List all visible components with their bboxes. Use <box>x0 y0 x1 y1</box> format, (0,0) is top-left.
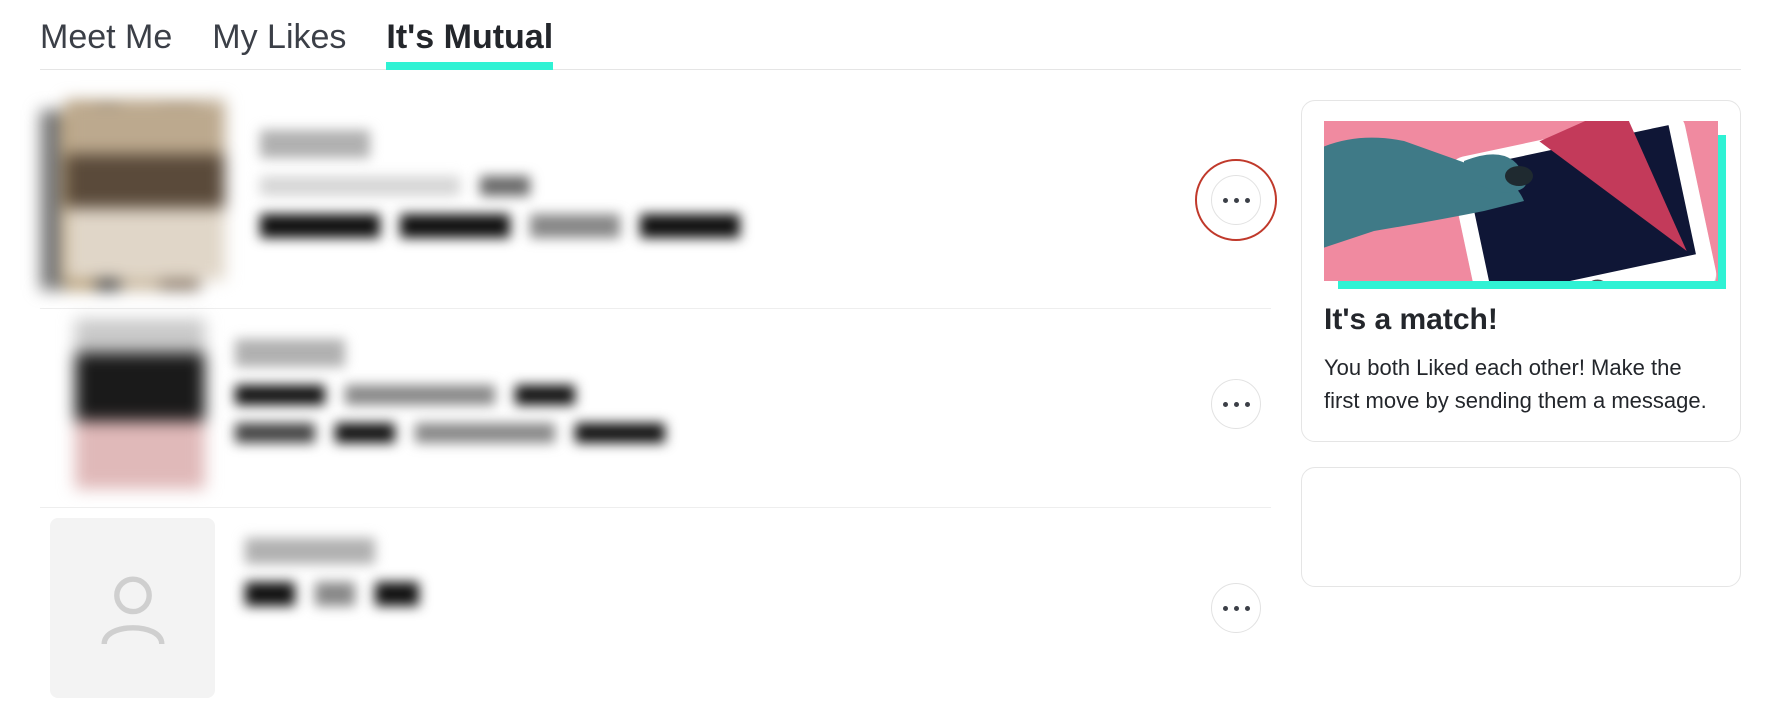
match-tag-redacted <box>640 214 740 238</box>
match-info <box>260 110 1181 256</box>
more-options-button[interactable] <box>1211 583 1261 633</box>
its-a-match-card: It's a match! You both Liked each other!… <box>1301 100 1741 442</box>
more-horizontal-icon <box>1223 198 1228 203</box>
hand-pointing-icon <box>1324 121 1544 281</box>
match-meta-redacted <box>260 176 460 196</box>
tab-meet-me[interactable]: Meet Me <box>40 0 172 69</box>
match-tag-redacted <box>400 214 510 238</box>
match-tag-redacted <box>530 214 620 238</box>
more-horizontal-icon <box>1223 606 1228 611</box>
matches-list <box>40 100 1271 716</box>
match-meta-redacted <box>235 385 325 405</box>
match-avatar-placeholder[interactable] <box>50 518 215 698</box>
match-tag-redacted <box>575 423 665 443</box>
match-illustration <box>1324 121 1718 281</box>
match-card-body: You both Liked each other! Make the firs… <box>1324 351 1718 417</box>
match-meta-redacted <box>480 176 530 196</box>
match-tag-redacted <box>245 582 295 606</box>
match-tag-redacted <box>415 423 555 443</box>
match-name-redacted <box>235 339 345 367</box>
match-tag-redacted <box>235 423 315 443</box>
match-tag-redacted <box>375 582 419 606</box>
match-row[interactable] <box>40 100 1271 309</box>
tab-its-mutual[interactable]: It's Mutual <box>386 0 553 69</box>
match-card-title: It's a match! <box>1324 303 1718 337</box>
sidebar: It's a match! You both Liked each other!… <box>1301 100 1741 716</box>
match-meta-redacted <box>345 385 495 405</box>
tabs-nav: Meet Me My Likes It's Mutual <box>40 0 1741 70</box>
match-avatar[interactable] <box>75 319 205 489</box>
match-meta-redacted <box>515 385 575 405</box>
match-row[interactable] <box>40 508 1271 716</box>
more-options-button[interactable] <box>1211 175 1261 225</box>
match-name-redacted <box>245 538 375 564</box>
more-options-button[interactable] <box>1211 379 1261 429</box>
match-info <box>235 319 1181 461</box>
match-avatar-secondary <box>65 100 225 280</box>
match-info <box>245 518 1181 624</box>
person-outline-icon <box>88 563 178 653</box>
sidebar-card-empty <box>1301 467 1741 587</box>
tab-my-likes[interactable]: My Likes <box>212 0 346 69</box>
match-row[interactable] <box>40 309 1271 508</box>
match-tag-redacted <box>260 214 380 238</box>
match-tag-redacted <box>335 423 395 443</box>
match-tag-redacted <box>315 582 355 606</box>
match-name-redacted <box>260 130 370 158</box>
more-horizontal-icon <box>1223 402 1228 407</box>
